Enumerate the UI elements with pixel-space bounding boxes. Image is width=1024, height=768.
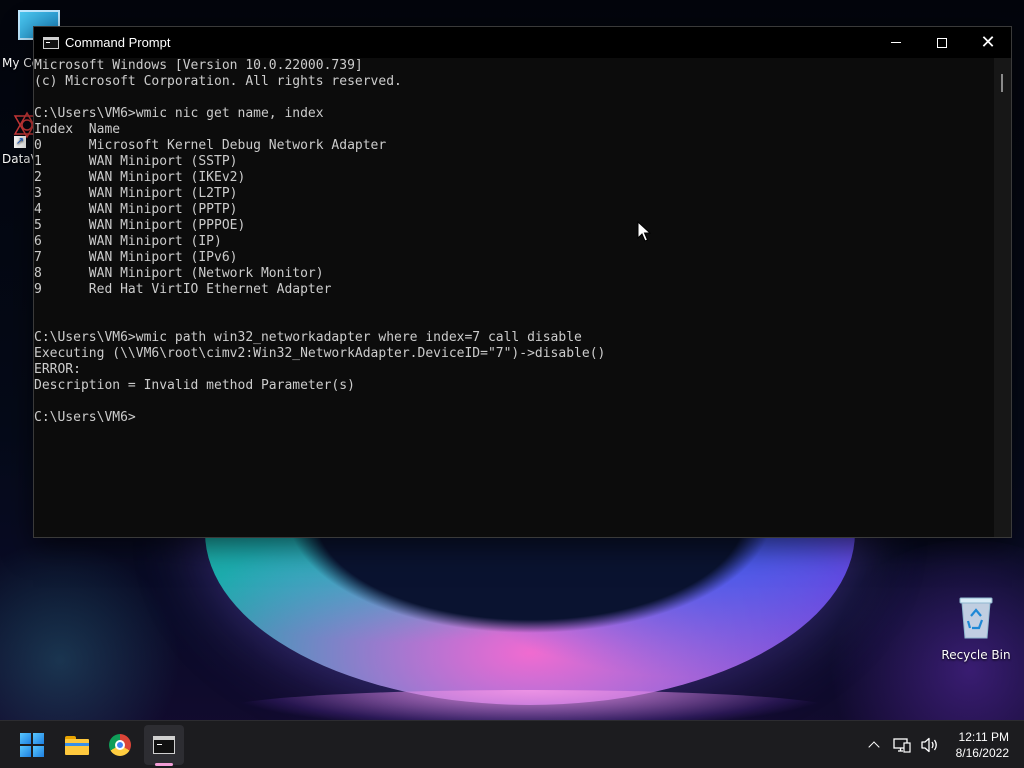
taskbar-clock[interactable]: 12:11 PM 8/16/2022: [944, 729, 1024, 761]
console-line: Executing (\\VM6\root\cimv2:Win32_Networ…: [34, 346, 606, 361]
taskbar: 12:11 PM 8/16/2022: [0, 720, 1024, 768]
maximize-icon: [937, 37, 947, 48]
minimize-icon: [891, 42, 901, 43]
chevron-up-icon: [867, 741, 880, 753]
console-line: 7 WAN Miniport (IPv6): [34, 250, 238, 265]
console-line: ERROR:: [34, 362, 81, 377]
taskbar-file-explorer[interactable]: [57, 725, 97, 765]
volume-button[interactable]: [918, 733, 942, 757]
desktop-icon-label: Recycle Bin: [941, 648, 1011, 662]
desktop-icon-recycle-bin[interactable]: Recycle Bin: [940, 596, 1012, 662]
console-line: 2 WAN Miniport (IKEv2): [34, 170, 246, 185]
window-controls: ✕: [873, 27, 1011, 58]
maximize-button[interactable]: [919, 27, 965, 58]
volume-icon: [920, 737, 937, 753]
show-hidden-icons-button[interactable]: [862, 733, 886, 757]
console-line: Microsoft Windows [Version 10.0.22000.73…: [34, 58, 363, 73]
folder-icon: [65, 735, 89, 755]
console-line: C:\Users\VM6>: [34, 410, 136, 425]
console-output[interactable]: Microsoft Windows [Version 10.0.22000.73…: [34, 58, 995, 537]
console-line: 8 WAN Miniport (Network Monitor): [34, 266, 324, 281]
console-line: 4 WAN Miniport (PPTP): [34, 202, 238, 217]
network-button[interactable]: [890, 733, 914, 757]
console-line: Index Name: [34, 122, 121, 137]
clock-date: 8/16/2022: [955, 746, 1009, 760]
console-line: 1 WAN Miniport (SSTP): [34, 154, 238, 169]
close-icon: ✕: [980, 31, 996, 53]
vertical-scrollbar[interactable]: [994, 58, 1011, 537]
system-tray: 12:11 PM 8/16/2022: [860, 721, 1024, 768]
cmd-icon: [43, 36, 59, 49]
console-line: 9 Red Hat VirtIO Ethernet Adapter: [34, 282, 332, 297]
console-line: 6 WAN Miniport (IP): [34, 234, 222, 249]
command-prompt-window[interactable]: Command Prompt ✕ Microsoft Windows [Vers…: [33, 26, 1012, 538]
taskbar-chrome[interactable]: [100, 725, 140, 765]
windows-start-icon: [20, 733, 44, 757]
window-titlebar[interactable]: Command Prompt ✕: [34, 27, 1011, 58]
console-line: Description = Invalid method Parameter(s…: [34, 378, 355, 393]
console-line: C:\Users\VM6>wmic path win32_networkadap…: [34, 330, 582, 345]
console-line: 5 WAN Miniport (PPPOE): [34, 218, 246, 233]
chrome-icon: [109, 734, 131, 756]
cmd-icon: [153, 736, 175, 754]
minimize-button[interactable]: [873, 27, 919, 58]
console-line: (c) Microsoft Corporation. All rights re…: [34, 74, 402, 89]
shortcut-arrow-icon: ↗: [14, 136, 26, 148]
window-title: Command Prompt: [65, 35, 171, 50]
network-icon: [892, 738, 911, 753]
scrollbar-thumb[interactable]: [1001, 74, 1003, 92]
recycle-bin-icon: [957, 596, 995, 640]
console-line: 3 WAN Miniport (L2TP): [34, 186, 238, 201]
start-button[interactable]: [12, 725, 52, 765]
close-button[interactable]: ✕: [965, 27, 1011, 58]
active-app-indicator: [155, 763, 173, 766]
clock-time: 12:11 PM: [958, 730, 1009, 744]
console-line: 0 Microsoft Kernel Debug Network Adapter: [34, 138, 387, 153]
mouse-cursor-icon: [637, 221, 651, 242]
console-line: C:\Users\VM6>wmic nic get name, index: [34, 106, 324, 121]
taskbar-command-prompt[interactable]: [144, 725, 184, 765]
